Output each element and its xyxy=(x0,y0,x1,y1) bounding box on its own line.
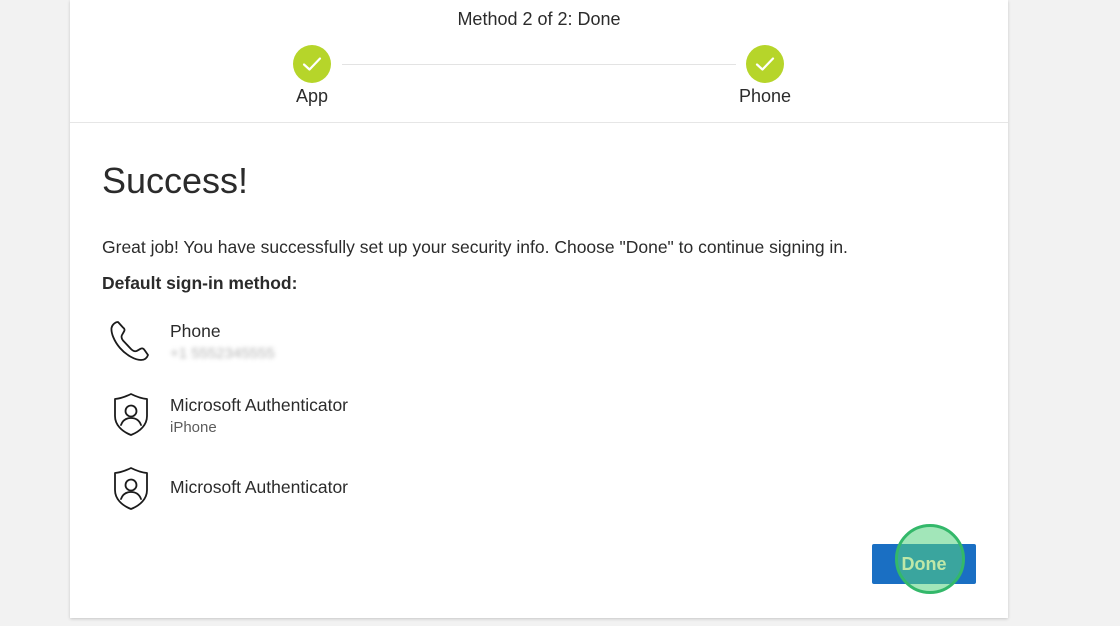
method-row-authenticator: Microsoft Authenticator iPhone xyxy=(106,392,606,442)
authenticator-lock-icon xyxy=(114,393,148,436)
step-phone: Phone xyxy=(725,45,805,107)
security-info-card: Method 2 of 2: Done App Phone Success! G… xyxy=(70,0,1008,618)
success-heading: Success! xyxy=(102,160,249,201)
authenticator-lock-icon xyxy=(114,467,148,510)
method-name-phone: Phone xyxy=(170,321,221,341)
method-row-authenticator: Microsoft Authenticator xyxy=(106,466,606,516)
method-name-authenticator: Microsoft Authenticator xyxy=(170,395,348,415)
phone-icon xyxy=(110,321,149,361)
step-label-app: App xyxy=(295,86,329,106)
success-message: Great job! You have successfully set up … xyxy=(102,237,848,257)
method-name-authenticator: Microsoft Authenticator xyxy=(170,477,348,497)
step-complete-circle xyxy=(293,45,331,83)
progress-header: Method 2 of 2: Done App Phone xyxy=(70,0,1008,123)
method-row-phone: Phone +1 5552345555 xyxy=(106,318,606,368)
checkmark-icon xyxy=(302,57,322,71)
default-method-label: Default sign-in method: xyxy=(102,273,298,293)
step-complete-circle xyxy=(746,45,784,83)
checkmark-icon xyxy=(755,57,775,71)
done-button[interactable] xyxy=(872,544,976,584)
method-detail-device: iPhone xyxy=(170,419,217,436)
method-detail-phone-number: +1 5552345555 xyxy=(170,345,275,362)
step-app: App xyxy=(272,45,352,107)
progress-connector-line xyxy=(342,64,736,65)
method-progress-title: Method 2 of 2: Done xyxy=(457,9,621,29)
step-label-phone: Phone xyxy=(738,86,792,106)
